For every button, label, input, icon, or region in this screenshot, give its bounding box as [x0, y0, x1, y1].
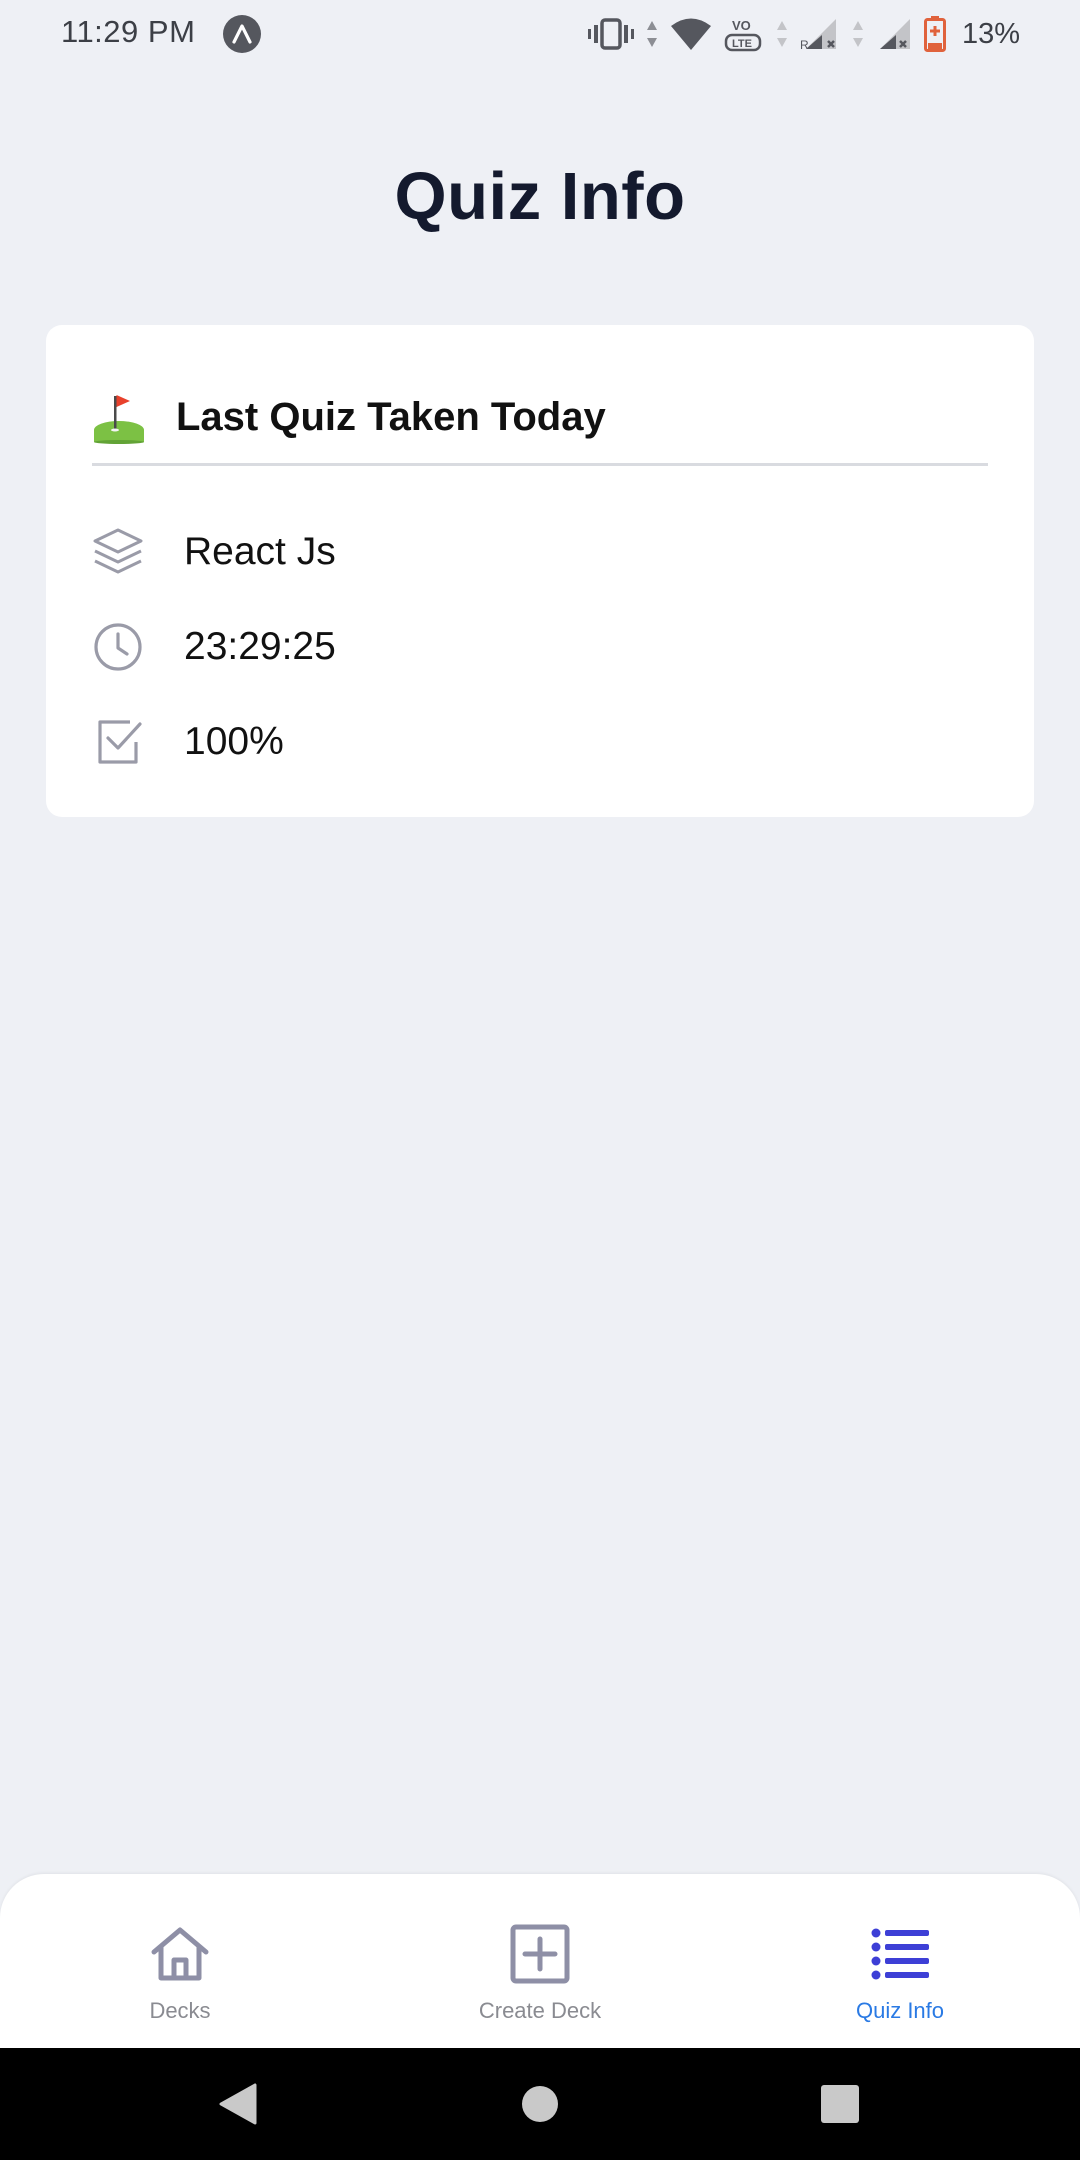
vibrate-icon — [587, 18, 634, 50]
status-bar: 11:29 PM VO LTE R 13% — [0, 0, 1080, 70]
app-notification-icon — [223, 15, 261, 53]
svg-text:LTE: LTE — [732, 38, 752, 50]
list-icon — [871, 1928, 929, 1980]
tab-create-deck[interactable]: Create Deck — [390, 1922, 690, 2032]
tab-quiz-info[interactable]: Quiz Info — [750, 1922, 1050, 2032]
system-nav-bar — [0, 2048, 1080, 2160]
back-button[interactable] — [178, 2048, 298, 2160]
score-row: 100% — [92, 707, 988, 777]
data-arrows-icon — [646, 21, 657, 47]
wifi-icon — [670, 18, 711, 50]
battery-percent: 13% — [961, 17, 1020, 50]
page-title: Quiz Info — [394, 159, 686, 234]
home-icon — [151, 1927, 209, 1981]
quiz-time: 23:29:25 — [184, 625, 336, 668]
tab-decks-label: Decks — [149, 1998, 211, 2023]
flag-in-hole-icon — [94, 395, 144, 444]
layers-icon — [92, 526, 144, 578]
status-icons: VO LTE R 13% — [587, 14, 1020, 54]
data-arrows-icon — [776, 21, 787, 47]
recents-button[interactable] — [780, 2048, 900, 2160]
home-button[interactable] — [480, 2048, 600, 2160]
card-title: Last Quiz Taken Today — [176, 394, 606, 439]
checkbox-icon — [92, 716, 144, 768]
recents-icon — [821, 2085, 859, 2123]
status-time: 11:29 PM — [61, 14, 196, 49]
tab-create-deck-label: Create Deck — [478, 1998, 602, 2023]
card-header: Last Quiz Taken Today — [92, 373, 988, 461]
back-icon — [219, 2083, 257, 2125]
battery-icon — [923, 16, 946, 52]
card-divider — [92, 463, 988, 466]
clock-icon — [92, 621, 144, 673]
deck-row: React Js — [92, 517, 988, 587]
time-row: 23:29:25 — [92, 612, 988, 682]
signal-icon — [879, 19, 910, 49]
signal-icon: R — [800, 19, 836, 51]
volte-icon: VO LTE — [724, 18, 762, 52]
last-quiz-card: Last Quiz Taken Today React Js 23:29:25 — [46, 325, 1034, 817]
bottom-tab-bar: Decks Create Deck Quiz Info — [0, 1874, 1080, 2048]
deck-name: React Js — [184, 530, 336, 573]
plus-square-icon — [510, 1924, 570, 1984]
tab-quiz-info-label: Quiz Info — [855, 1998, 945, 2023]
svg-text:VO: VO — [732, 18, 751, 33]
tab-decks[interactable]: Decks — [30, 1922, 330, 2032]
svg-text:R: R — [800, 38, 809, 51]
quiz-score: 100% — [184, 720, 284, 763]
data-arrows-icon — [852, 21, 863, 47]
home-circle-icon — [522, 2086, 558, 2122]
